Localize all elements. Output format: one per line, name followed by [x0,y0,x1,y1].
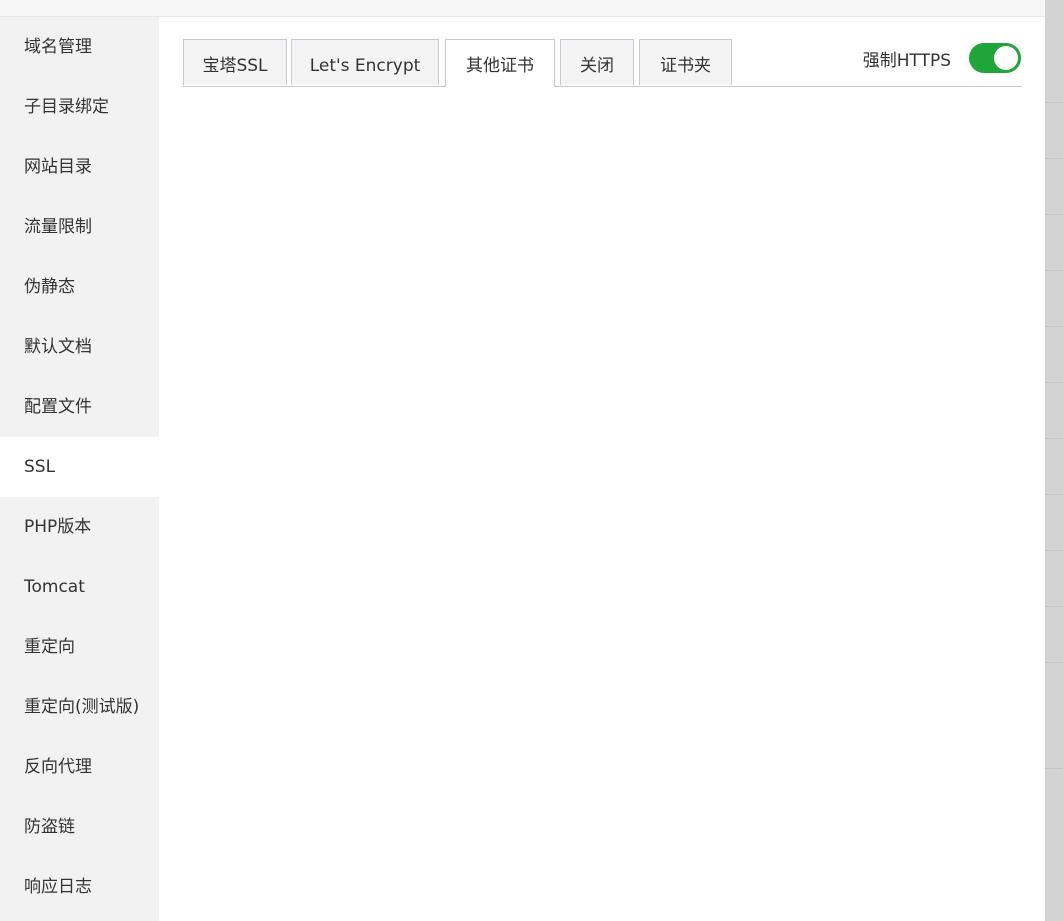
scroll-divider [1045,382,1063,383]
scroll-divider [1045,606,1063,607]
sidebar-item-traffic-limit[interactable]: 流量限制 [0,197,159,257]
scroll-divider [1045,550,1063,551]
scroll-divider [1045,438,1063,439]
sidebar-item-site-directory[interactable]: 网站目录 [0,137,159,197]
scroll-divider [1045,214,1063,215]
scroll-divider [1045,326,1063,327]
sidebar-item-response-log[interactable]: 响应日志 [0,857,159,917]
background-scrollbar-strip [1045,0,1063,921]
scroll-divider [1045,662,1063,663]
sidebar-item-ssl[interactable]: SSL [0,437,159,497]
tab-certificate-folder[interactable]: 证书夹 [639,39,732,85]
force-https-label: 强制HTTPS [862,50,951,71]
tab-bt-ssl[interactable]: 宝塔SSL [183,39,287,85]
scroll-divider [1045,768,1063,769]
scroll-divider [1045,494,1063,495]
window-header [0,0,1045,17]
tab-lets-encrypt[interactable]: Let's Encrypt [291,39,439,85]
sidebar-item-domain-management[interactable]: 域名管理 [0,17,159,77]
scroll-divider [1045,270,1063,271]
toggle-knob [994,46,1018,70]
sidebar-item-tomcat[interactable]: Tomcat [0,557,159,617]
scroll-divider [1045,158,1063,159]
sidebar-item-subdirectory-binding[interactable]: 子目录绑定 [0,77,159,137]
ssl-panel: 宝塔SSL Let's Encrypt 其他证书 关闭 证书夹 强制HTTPS [159,17,1045,921]
sidebar-item-default-document[interactable]: 默认文档 [0,317,159,377]
force-https-control: 强制HTTPS [863,41,1021,75]
sidebar-item-config-file[interactable]: 配置文件 [0,377,159,437]
sidebar-item-php-version[interactable]: PHP版本 [0,497,159,557]
site-settings-window: 域名管理 子目录绑定 网站目录 流量限制 伪静态 默认文档 配置文件 SSL P… [0,0,1063,921]
sidebar-item-hotlink-protection[interactable]: 防盗链 [0,797,159,857]
sidebar-item-reverse-proxy[interactable]: 反向代理 [0,737,159,797]
sidebar-item-redirect[interactable]: 重定向 [0,617,159,677]
tab-other-certificate[interactable]: 其他证书 [445,39,555,87]
force-https-toggle[interactable] [969,43,1021,73]
sidebar-item-rewrite[interactable]: 伪静态 [0,257,159,317]
settings-sidebar: 域名管理 子目录绑定 网站目录 流量限制 伪静态 默认文档 配置文件 SSL P… [0,17,159,921]
tab-close[interactable]: 关闭 [560,39,634,85]
scroll-divider [1045,102,1063,103]
sidebar-item-redirect-beta[interactable]: 重定向(测试版) [0,677,159,737]
